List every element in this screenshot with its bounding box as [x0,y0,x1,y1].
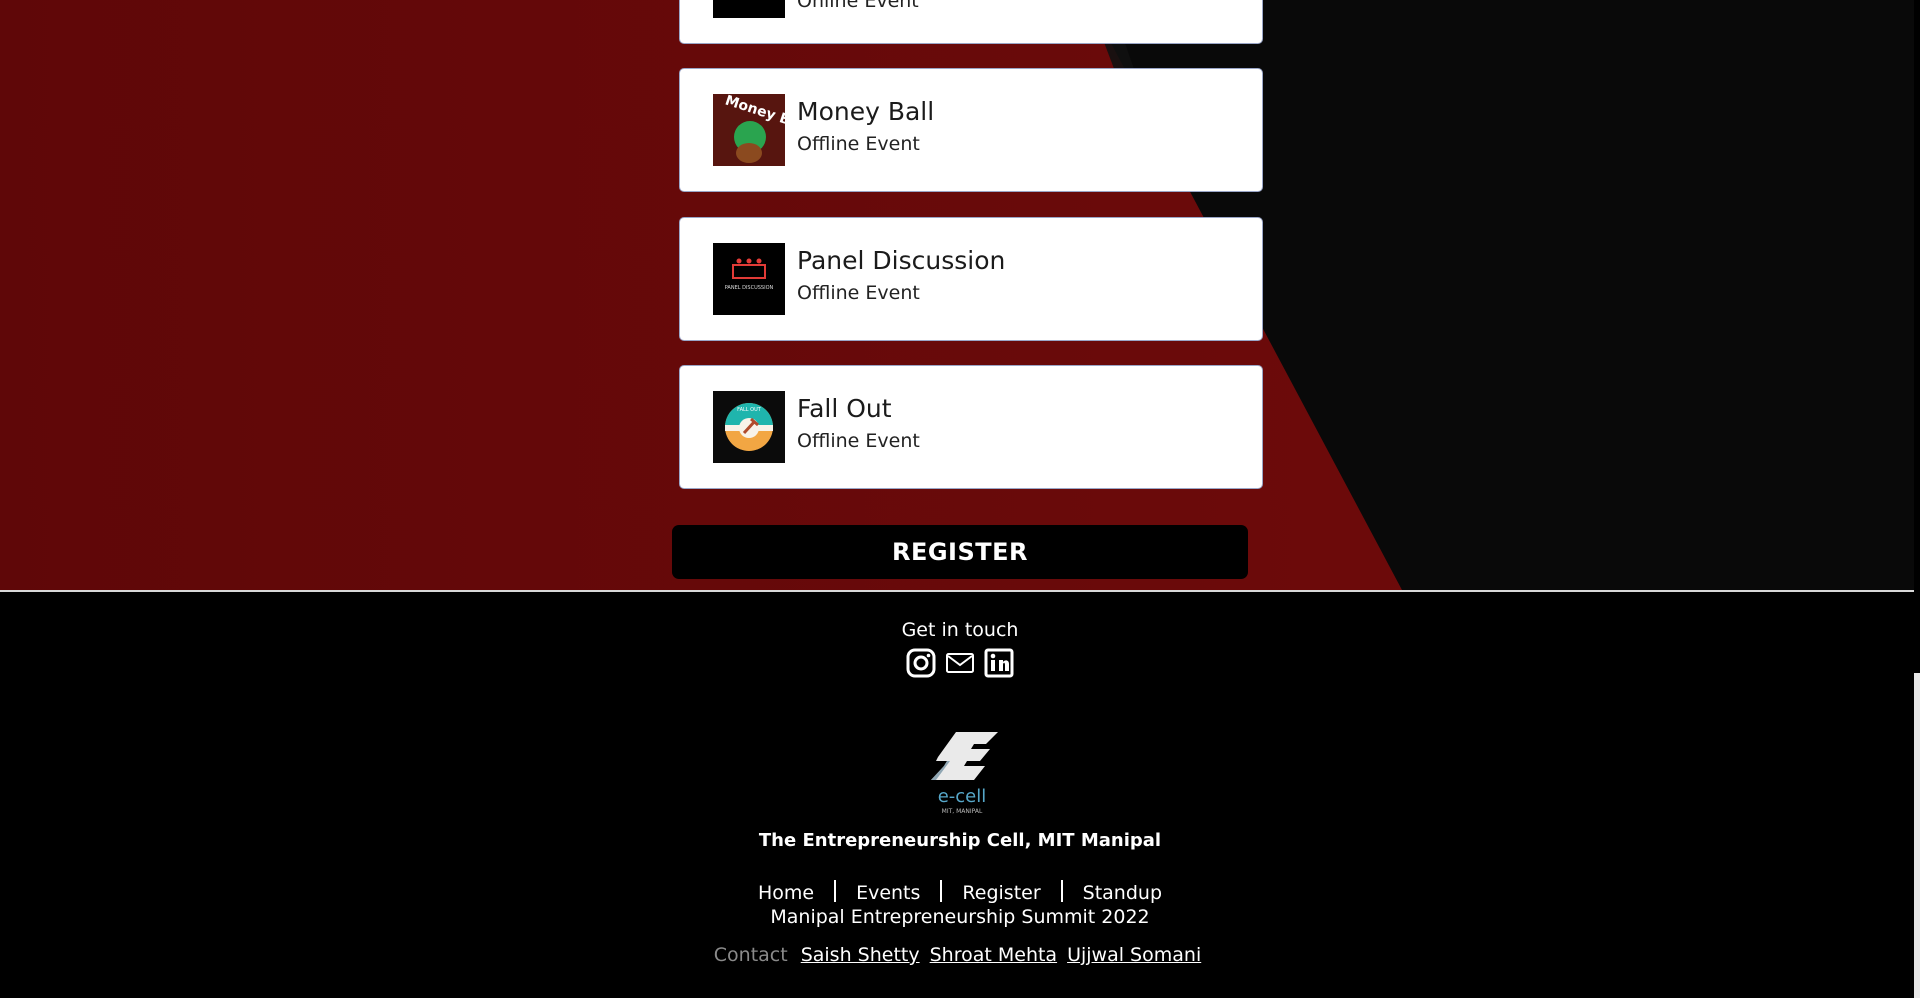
instagram-icon[interactable] [906,648,936,678]
register-button[interactable]: REGISTER [672,525,1248,579]
contact-link-ujjwal-somani[interactable]: Ujjwal Somani [1067,944,1201,966]
svg-text:e-cell: e-cell [938,786,987,807]
svg-text:MIT, MANIPAL: MIT, MANIPAL [942,808,983,815]
contact-link-shroat-mehta[interactable]: Shroat Mehta [930,944,1057,966]
money-ball-thumbnail: Money Ball [713,94,785,166]
fall-out-thumbnail: FALL OUT [713,391,785,463]
event-subtitle: Offline Event [797,430,920,452]
brand-name: The Entrepreneurship Cell, MIT Manipal [758,830,1162,851]
section-divider [0,590,1914,592]
event-subtitle: Offline Event [797,133,920,155]
footer-nav: Home Events Register Standup [0,880,1920,904]
nav-register[interactable]: Register [942,882,1060,904]
event-title: Money Ball [797,97,935,126]
event-subtitle: Online Event [797,0,919,12]
event-subtitle: Offline Event [797,282,920,304]
contact-link-saish-shetty[interactable]: Saish Shetty [801,944,920,966]
event-card-partial[interactable]: Online Event [679,0,1263,44]
panel-discussion-thumbnail: PANEL DISCUSSION [713,243,785,315]
summit-name: Manipal Entrepreneurship Summit 2022 [770,906,1150,928]
event-card-money-ball[interactable]: Money Ball Money Ball Offline Event [679,68,1263,192]
nav-standup[interactable]: Standup [1063,882,1182,904]
event-title: Panel Discussion [797,246,1006,275]
event-thumbnail-icon [713,0,785,18]
social-icons [906,648,1014,678]
svg-text:PANEL DISCUSSION: PANEL DISCUSSION [725,285,774,291]
event-title: Fall Out [797,394,892,423]
contact-row: Contact Saish Shetty Shroat Mehta Ujjwal So… [0,944,1920,966]
e-cell-logo-icon: e-cell MIT, MANIPAL [931,732,998,815]
scrollbar-thumb[interactable] [1914,673,1920,998]
event-card-fall-out[interactable]: FALL OUT Fall Out Offline Event [679,365,1263,489]
mail-icon[interactable] [945,648,975,678]
linkedin-icon[interactable] [984,648,1014,678]
svg-text:FALL OUT: FALL OUT [737,407,762,413]
nav-home[interactable]: Home [738,882,834,904]
contact-label: Contact [713,944,788,966]
nav-events[interactable]: Events [836,882,940,904]
event-card-panel-discussion[interactable]: PANEL DISCUSSION Panel Discussion Offlin… [679,217,1263,341]
footer-title: Get in touch [901,619,1019,641]
